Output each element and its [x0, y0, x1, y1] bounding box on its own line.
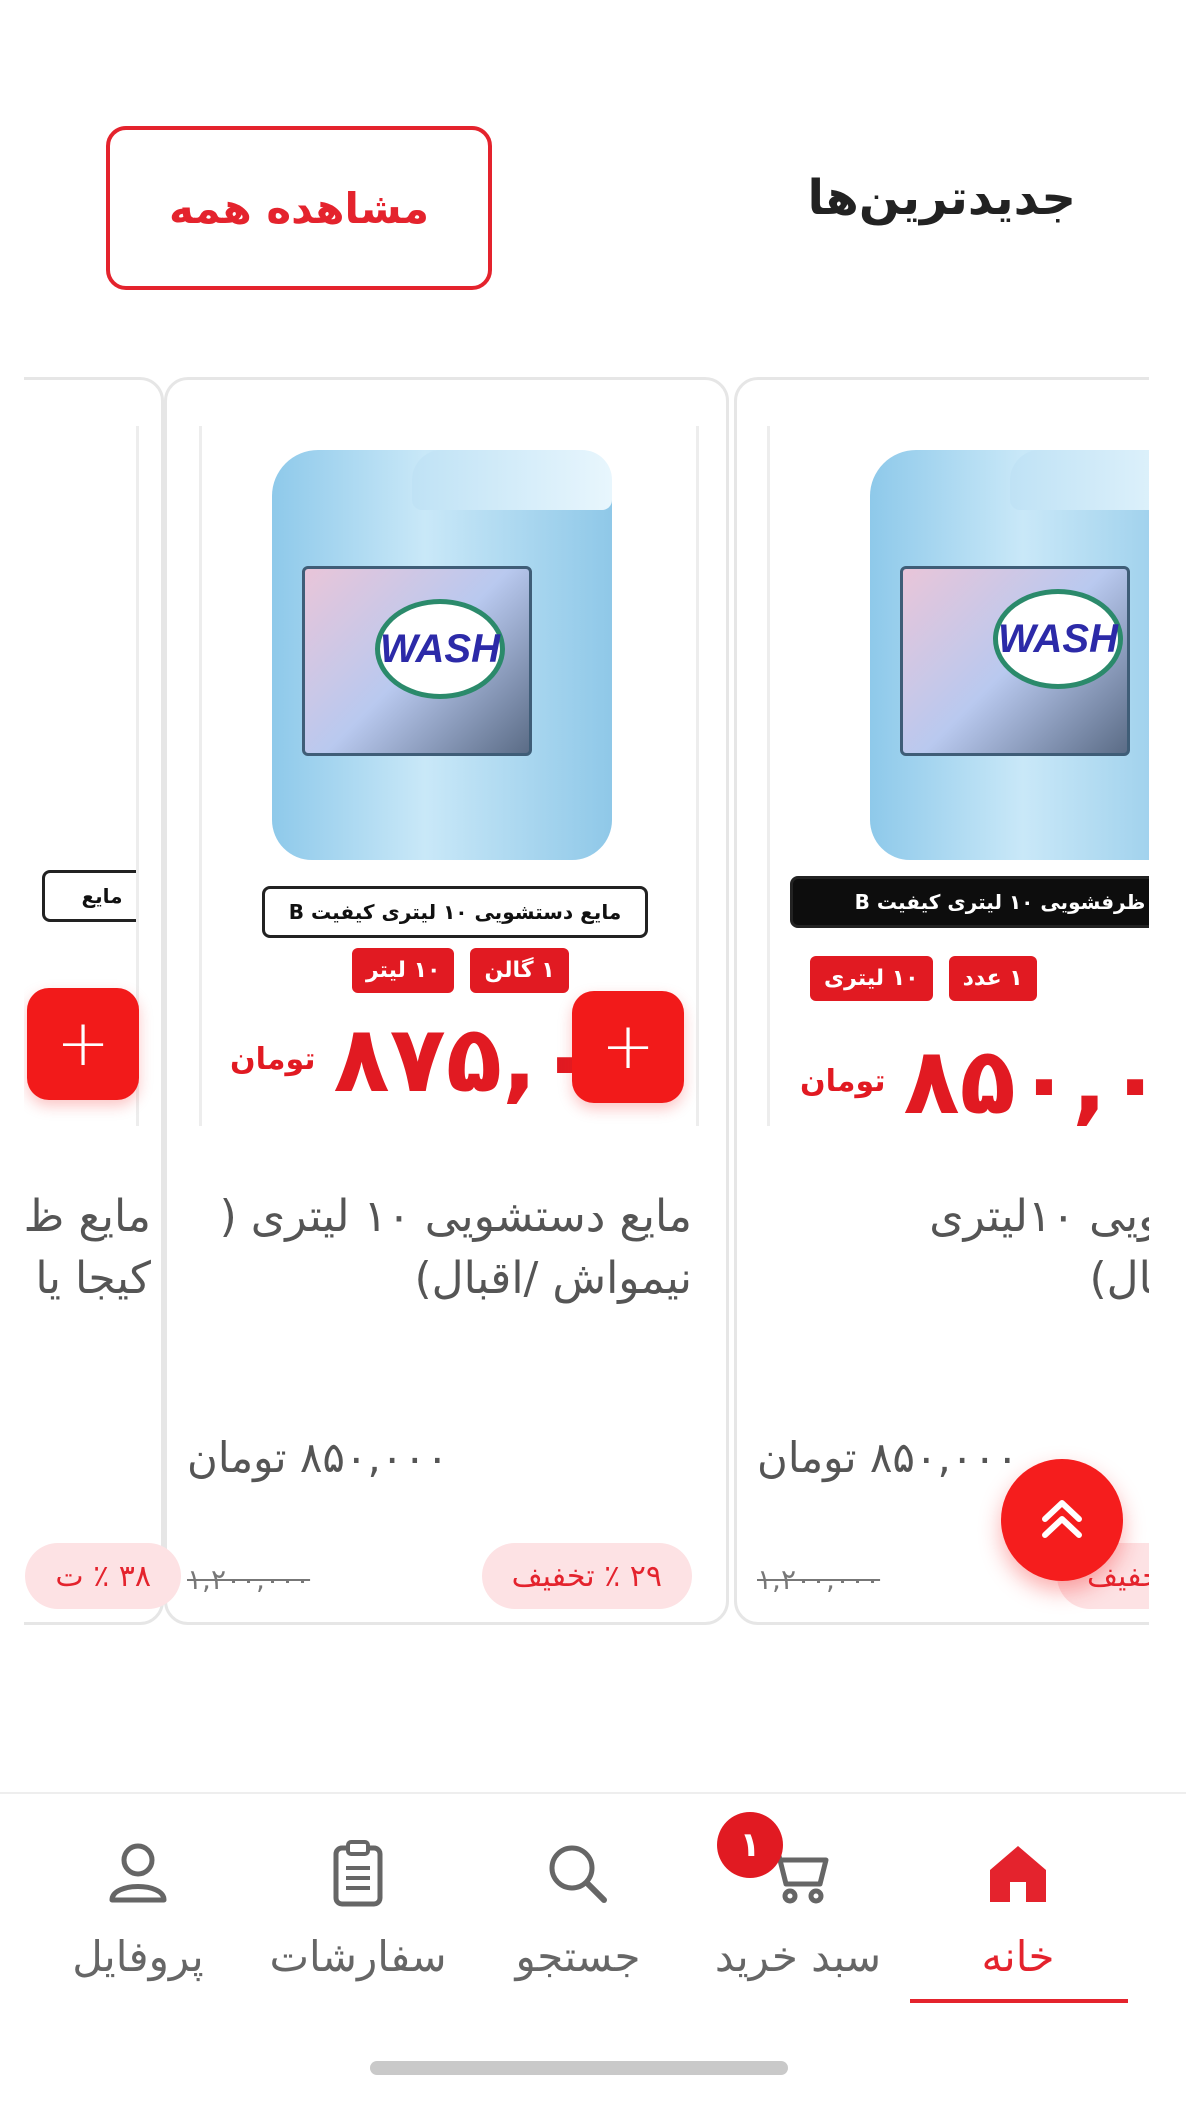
- product-name[interactable]: مایع ظ کیجا یا: [24, 1186, 151, 1310]
- jug-label: WASH: [900, 566, 1130, 756]
- price-art-value: ۸۷۵,۰: [333, 1005, 596, 1113]
- nav-cart-label: سبد خرید: [714, 1932, 882, 1981]
- price-art-unit: تومان: [800, 1063, 886, 1099]
- jug-cap: [1010, 450, 1149, 510]
- nav-home[interactable]: خانه: [918, 1834, 1118, 2004]
- nav-profile-label: پروفایل: [72, 1932, 204, 1981]
- search-icon: [538, 1834, 618, 1914]
- wash-logo: WASH: [993, 589, 1123, 689]
- double-chevron-up-icon: [1042, 1500, 1082, 1538]
- product-tags: ۱ عدد ۱۰ لیتری: [810, 956, 1037, 1001]
- product-tag: ۱ گالن: [470, 948, 569, 993]
- product-tag: ۱ عدد: [948, 956, 1037, 1001]
- price-art-value: ۸۵۰,۰: [903, 1027, 1149, 1127]
- product-card[interactable]: WASH مایع دستشویی ۱۰ لیتری کیفیت B ۱ گال…: [164, 377, 729, 1625]
- jug-cap: [412, 450, 612, 510]
- screen: جدیدترین‌ها مشاهده همه WASH ظرفشویی ۱۰ ل…: [0, 0, 1186, 2108]
- nav-search[interactable]: جستجو: [478, 1834, 678, 2004]
- home-indicator[interactable]: [370, 2061, 788, 2075]
- product-card[interactable]: WASH ظرفشویی ۱۰ لیتری کیفیت B ۱ عدد ۱۰ ل…: [734, 377, 1149, 1625]
- product-tags: ۱ گالن ۱۰ لیتر: [352, 948, 569, 993]
- product-banner: مایع: [42, 870, 136, 922]
- discount-badge: ۲۹ ٪ تخفیف: [481, 1543, 692, 1609]
- nav-orders-label: سفارشات: [269, 1932, 447, 1981]
- section-title: جدیدترین‌ها: [807, 170, 1076, 226]
- add-to-cart-button[interactable]: +: [27, 988, 139, 1100]
- price-art: تومان ۸۵۰,۰: [800, 1026, 1149, 1127]
- product-jug: WASH: [272, 450, 612, 860]
- clipboard-icon: [318, 1834, 398, 1914]
- nav-search-label: جستجو: [515, 1932, 641, 1981]
- jug-label: WASH: [302, 566, 532, 756]
- nav-home-label: خانه: [981, 1932, 1055, 1981]
- product-carousel[interactable]: WASH ظرفشویی ۱۰ لیتری کیفیت B ۱ عدد ۱۰ ل…: [24, 373, 1149, 1638]
- user-icon: [98, 1834, 178, 1914]
- product-price: ۸۵۰,۰۰۰ تومان: [187, 1433, 449, 1482]
- cart-count-badge: ۱: [717, 1812, 783, 1878]
- home-icon: [978, 1834, 1058, 1914]
- product-old-price: ۱,۲۰۰,۰۰۰: [757, 1563, 881, 1596]
- add-to-cart-button[interactable]: +: [572, 991, 684, 1103]
- product-image[interactable]: WASH ظرفشویی ۱۰ لیتری کیفیت B ۱ عدد ۱۰ ل…: [767, 426, 1149, 1126]
- product-old-price: ۱,۲۰۰,۰۰۰: [187, 1563, 311, 1596]
- active-tab-indicator: [910, 1999, 1128, 2003]
- discount-badge: ۳۸ ٪ ت: [25, 1543, 181, 1609]
- scroll-to-top-button[interactable]: [1001, 1459, 1123, 1581]
- product-card[interactable]: مایع + مایع ظ کیجا یا ۳۸ ٪ ت: [24, 377, 181, 1625]
- product-name[interactable]: مایع دستشویی ۱۰ لیتری ( نیمواش /اقبال): [192, 1186, 692, 1310]
- product-tag: ۱۰ لیتری: [810, 956, 933, 1001]
- product-banner: ظرفشویی ۱۰ لیتری کیفیت B: [790, 876, 1149, 928]
- nav-profile[interactable]: پروفایل: [38, 1834, 238, 2004]
- view-all-button[interactable]: مشاهده همه: [106, 126, 492, 290]
- wash-logo: WASH: [375, 599, 505, 699]
- product-price: ۸۵۰,۰۰۰ تومان: [757, 1433, 1019, 1482]
- product-banner: مایع دستشویی ۱۰ لیتری کیفیت B: [262, 886, 648, 938]
- product-name[interactable]: مایع ظرفشویی ۱۰لیتری نیمواش /اقبال): [807, 1186, 1149, 1310]
- product-jug: WASH: [870, 450, 1149, 860]
- price-art-unit: تومان: [230, 1041, 316, 1077]
- nav-orders[interactable]: سفارشات: [258, 1834, 458, 2004]
- product-tag: ۱۰ لیتر: [352, 948, 455, 993]
